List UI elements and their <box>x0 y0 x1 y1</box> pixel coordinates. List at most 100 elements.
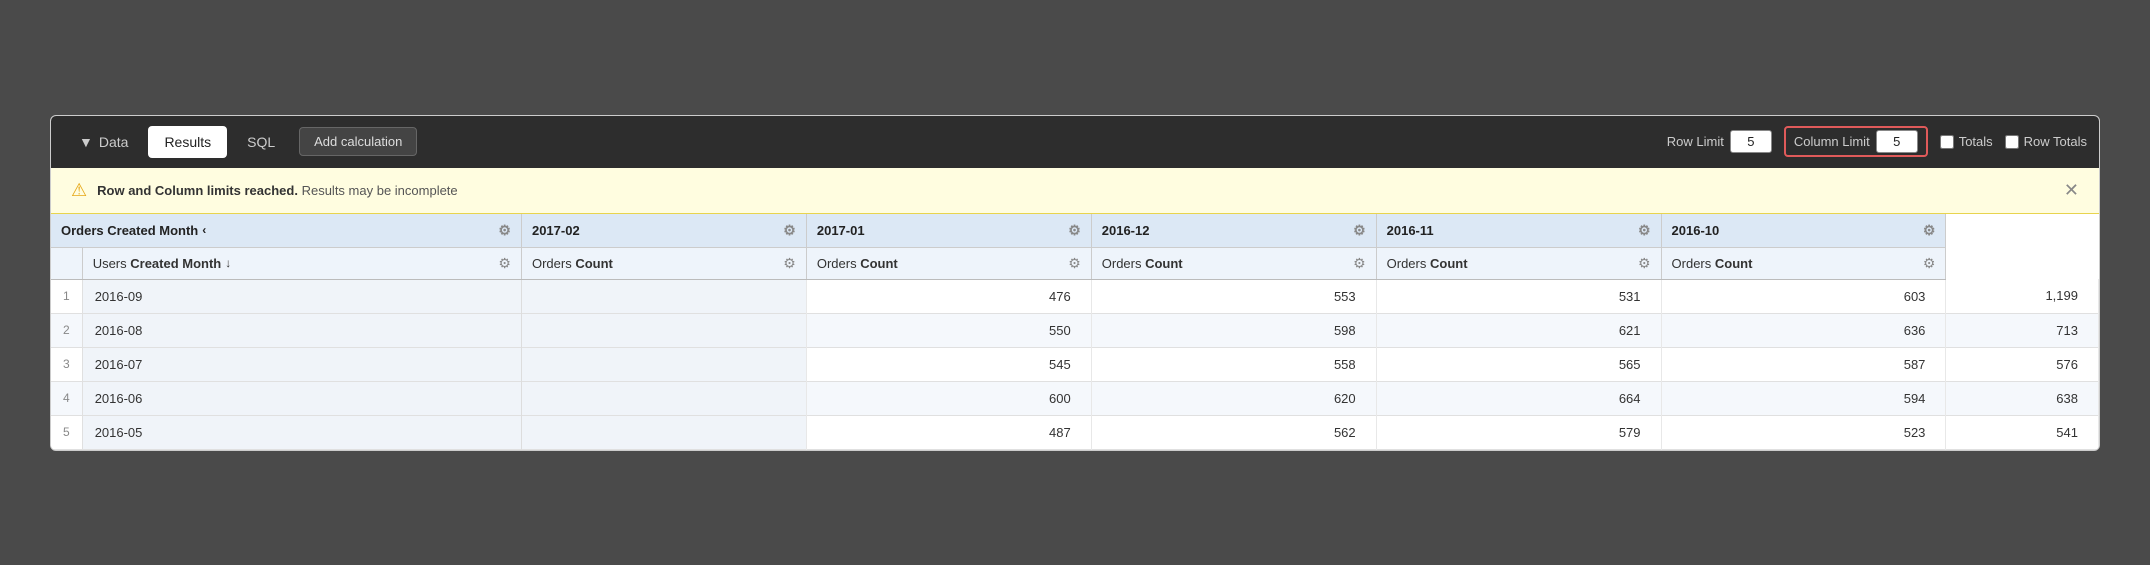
add-calculation-button[interactable]: Add calculation <box>299 127 417 156</box>
data-cell-4-5: 541 <box>1946 415 2099 449</box>
pivot-col-gear-3[interactable]: ⚙ <box>1353 222 1366 239</box>
pivot-col-label-3: 2016-12 <box>1102 223 1150 238</box>
row-label-cell: 2016-05 <box>82 415 521 449</box>
totals-label[interactable]: Totals <box>1959 134 1993 149</box>
column-limit-label: Column Limit <box>1794 134 1870 149</box>
warning-close-button[interactable]: ✕ <box>2064 180 2079 201</box>
measure-label-2: Orders Count <box>817 256 898 271</box>
data-cell-1-2: 598 <box>1091 313 1376 347</box>
data-cell-4-3: 579 <box>1376 415 1661 449</box>
pivot-col-2016-11: 2016-11 ⚙ <box>1376 214 1661 248</box>
measure-header-row: Users Created Month ↓ ⚙ Orders Count ⚙ <box>51 247 2099 279</box>
measure-header-2: Orders Count ⚙ <box>806 247 1091 279</box>
measure-header-5: Orders Count ⚙ <box>1661 247 1946 279</box>
row-totals-checkbox-group: Row Totals <box>2005 134 2087 149</box>
data-cell-3-3: 664 <box>1376 381 1661 415</box>
data-cell-0-0 <box>521 279 806 313</box>
pivot-col-gear-4[interactable]: ⚙ <box>1638 222 1651 239</box>
data-cell-3-2: 620 <box>1091 381 1376 415</box>
row-number: 1 <box>51 279 82 313</box>
results-table: Orders Created Month ‹ ⚙ 2017-02 ⚙ <box>51 214 2099 450</box>
pivot-col-gear-1[interactable]: ⚙ <box>783 222 796 239</box>
row-label-header: Users Created Month ↓ ⚙ <box>82 247 521 279</box>
data-cell-2-2: 558 <box>1091 347 1376 381</box>
pivot-col-2017-01: 2017-01 ⚙ <box>806 214 1091 248</box>
pivot-header-row: Orders Created Month ‹ ⚙ 2017-02 ⚙ <box>51 214 2099 248</box>
tab-data-label: Data <box>99 134 129 150</box>
row-label-cell: 2016-07 <box>82 347 521 381</box>
row-limit-label: Row Limit <box>1667 134 1724 149</box>
row-num-header <box>51 247 82 279</box>
row-number: 5 <box>51 415 82 449</box>
table-body: 12016-094765535316031,19922016-085505986… <box>51 279 2099 449</box>
pivot-col-2017-02: 2017-02 ⚙ <box>521 214 806 248</box>
warning-strong: Row and Column limits reached. <box>97 183 298 198</box>
measure-label-3: Orders Count <box>1102 256 1183 271</box>
measure-label-4: Orders Count <box>1387 256 1468 271</box>
data-cell-3-1: 600 <box>806 381 1091 415</box>
data-cell-4-1: 487 <box>806 415 1091 449</box>
measure-gear-1[interactable]: ⚙ <box>783 255 796 272</box>
data-cell-1-5: 713 <box>1946 313 2099 347</box>
row-label-cell: 2016-08 <box>82 313 521 347</box>
data-cell-2-4: 587 <box>1661 347 1946 381</box>
table-row: 52016-05487562579523541 <box>51 415 2099 449</box>
results-table-wrap: Orders Created Month ‹ ⚙ 2017-02 ⚙ <box>51 214 2099 450</box>
tab-sql[interactable]: SQL <box>231 126 291 158</box>
warning-rest: Results may be incomplete <box>302 183 458 198</box>
pivot-col-gear-5[interactable]: ⚙ <box>1923 222 1936 239</box>
row-number: 3 <box>51 347 82 381</box>
data-cell-0-3: 531 <box>1376 279 1661 313</box>
pivot-col-2016-12: 2016-12 ⚙ <box>1091 214 1376 248</box>
table-row: 42016-06600620664594638 <box>51 381 2099 415</box>
column-limit-input[interactable] <box>1876 130 1918 153</box>
data-cell-1-1: 550 <box>806 313 1091 347</box>
tab-results[interactable]: Results <box>148 126 227 158</box>
column-limit-group: Column Limit <box>1784 126 1928 157</box>
toolbar: ▼ Data Results SQL Add calculation Row L… <box>51 116 2099 168</box>
pivot-col-label-1: 2017-02 <box>532 223 580 238</box>
main-container: ▼ Data Results SQL Add calculation Row L… <box>50 115 2100 451</box>
data-cell-1-3: 621 <box>1376 313 1661 347</box>
row-limit-input[interactable] <box>1730 130 1772 153</box>
row-sort-icon[interactable]: ↓ <box>225 256 231 270</box>
measure-label-5: Orders Count <box>1672 256 1753 271</box>
data-cell-2-3: 565 <box>1376 347 1661 381</box>
row-limit-group: Row Limit <box>1667 130 1772 153</box>
data-cell-2-5: 576 <box>1946 347 2099 381</box>
row-totals-label[interactable]: Row Totals <box>2024 134 2087 149</box>
row-label-cell: 2016-06 <box>82 381 521 415</box>
warning-banner: ⚠ Row and Column limits reached. Results… <box>51 168 2099 214</box>
data-cell-2-0 <box>521 347 806 381</box>
pivot-col-gear-2[interactable]: ⚙ <box>1068 222 1081 239</box>
measure-gear-5[interactable]: ⚙ <box>1923 255 1936 272</box>
measure-gear-4[interactable]: ⚙ <box>1638 255 1651 272</box>
measure-gear-3[interactable]: ⚙ <box>1353 255 1366 272</box>
data-cell-0-1: 476 <box>806 279 1091 313</box>
tab-sql-label: SQL <box>247 134 275 150</box>
data-cell-0-5: 1,199 <box>1946 279 2099 313</box>
warning-icon: ⚠ <box>71 180 87 201</box>
data-cell-4-2: 562 <box>1091 415 1376 449</box>
table-row: 32016-07545558565587576 <box>51 347 2099 381</box>
data-cell-4-0 <box>521 415 806 449</box>
row-label-cell: 2016-09 <box>82 279 521 313</box>
table-row: 12016-094765535316031,199 <box>51 279 2099 313</box>
measure-header-1: Orders Count ⚙ <box>521 247 806 279</box>
toolbar-right: Row Limit Column Limit Totals Row Totals <box>1667 126 2087 157</box>
row-gear-icon[interactable]: ⚙ <box>498 255 511 272</box>
tab-results-label: Results <box>164 134 211 150</box>
data-cell-3-4: 594 <box>1661 381 1946 415</box>
pivot-row-header: Orders Created Month ‹ ⚙ <box>51 214 521 248</box>
pivot-header-label: Orders Created Month <box>61 223 198 238</box>
tab-data[interactable]: ▼ Data <box>63 126 144 158</box>
totals-checkbox[interactable] <box>1940 135 1954 149</box>
pivot-gear-icon[interactable]: ⚙ <box>498 222 511 239</box>
measure-gear-2[interactable]: ⚙ <box>1068 255 1081 272</box>
pivot-col-label-2: 2017-01 <box>817 223 865 238</box>
warning-text: Row and Column limits reached. Results m… <box>97 183 458 198</box>
data-cell-3-0 <box>521 381 806 415</box>
pivot-col-label-5: 2016-10 <box>1672 223 1720 238</box>
pivot-sort-icon[interactable]: ‹ <box>202 223 206 237</box>
row-totals-checkbox[interactable] <box>2005 135 2019 149</box>
